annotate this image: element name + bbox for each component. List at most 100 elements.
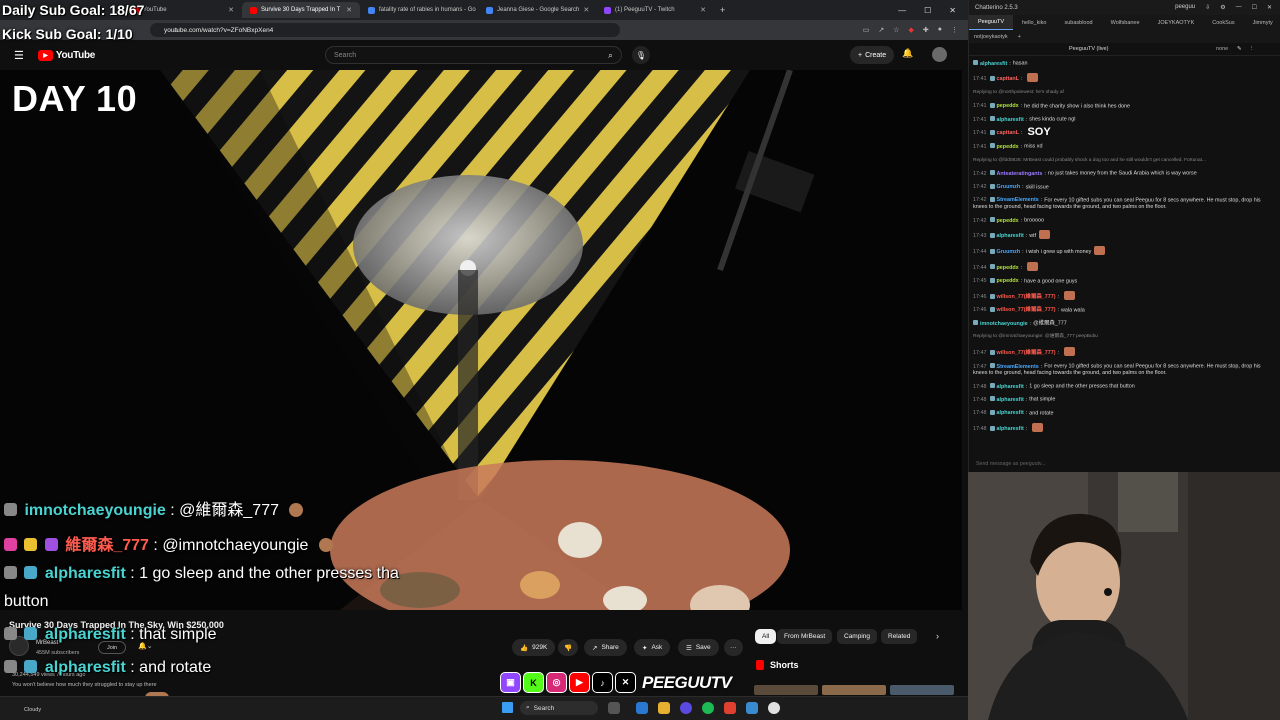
file-explorer-icon[interactable] [658, 702, 670, 714]
browser-tab[interactable]: Jeanna Giese - Google Search ✕ [478, 2, 596, 18]
short-thumbnail[interactable] [754, 685, 818, 695]
edge-icon[interactable] [636, 702, 648, 714]
brave-icon[interactable] [724, 702, 736, 714]
microphone-icon[interactable]: 🎙 [632, 46, 650, 64]
message-username[interactable]: pepeddx [997, 278, 1019, 284]
message-username[interactable]: pepeddx [997, 218, 1019, 224]
message-username[interactable]: StreamElements [997, 364, 1039, 370]
message-username[interactable]: alpharesfit [997, 397, 1024, 403]
puzzle-icon[interactable]: ✚ [923, 26, 929, 34]
share-button[interactable]: ↗ Share [584, 639, 627, 656]
tab-close-icon[interactable]: ✕ [583, 6, 589, 14]
profile-icon[interactable]: ● [938, 26, 942, 34]
tab-close-icon[interactable]: ✕ [700, 6, 706, 14]
windows-start-icon[interactable] [502, 702, 513, 713]
message-username[interactable]: capttanL [997, 130, 1019, 136]
chatterino-tab[interactable]: JOEYKAOTYK [1149, 15, 1204, 30]
create-button[interactable]: + Create [850, 46, 895, 64]
menu-icon[interactable]: ⋮ [951, 26, 958, 34]
chatterino-tab[interactable]: hello_kiko [1013, 15, 1055, 30]
account-name[interactable]: peeguu [1175, 4, 1195, 11]
cast-icon[interactable]: ▭ [863, 26, 870, 34]
message-username[interactable]: Gruumzh [997, 249, 1021, 255]
maximize-icon[interactable]: ☐ [924, 6, 931, 15]
close-icon[interactable]: ✕ [949, 6, 956, 15]
message-username[interactable]: imnotchaeyoungie [980, 321, 1028, 327]
url-field[interactable]: youtube.com/watch?v=ZFoNBxpXen4 [150, 23, 620, 37]
chip-camping[interactable]: Camping [837, 629, 878, 644]
chatterino-tab[interactable]: subasblood [1055, 15, 1101, 30]
save-button[interactable]: ☰ Save [678, 639, 719, 656]
chatterino-tab[interactable]: CookSus [1203, 15, 1243, 30]
message-username[interactable]: pepeddx [997, 144, 1019, 150]
message-username[interactable]: alpharesfit [997, 384, 1024, 390]
chat-input[interactable]: Send message as peeguutv... [973, 458, 1273, 469]
message-username[interactable]: alpharesfit [997, 233, 1024, 239]
task-view-icon[interactable] [608, 702, 620, 714]
search-icon[interactable]: ⌕ [608, 50, 613, 61]
short-thumbnail[interactable] [890, 685, 954, 695]
chevron-right-icon[interactable]: › [936, 631, 939, 641]
description-text[interactable]: You won't believe how much they struggle… [12, 682, 157, 688]
chip-all[interactable]: All [755, 629, 777, 644]
message-username[interactable]: Anteateratingants [997, 171, 1043, 177]
chrome-icon[interactable] [768, 702, 780, 714]
social-icons-strip: ▣ K ◎ ▶ ♪ ✕ PEEGUUTV [500, 672, 732, 693]
short-thumbnail[interactable] [822, 685, 886, 695]
video-player[interactable]: DAY 10 [0, 70, 962, 610]
message-username[interactable]: alpharesfit [997, 426, 1024, 432]
account-avatar[interactable] [932, 47, 947, 62]
message-username[interactable]: alpharesfit [997, 410, 1024, 416]
search-input[interactable]: Search ⌕ [325, 46, 622, 64]
tab-notjoeykaotyk[interactable]: notjoeykaotyk [974, 34, 1008, 40]
message-username[interactable]: willson_77(維爾森_777) [997, 307, 1056, 313]
message-username[interactable]: StreamElements [997, 197, 1039, 203]
weather-label[interactable]: Cloudy [24, 707, 41, 713]
bookmark-icon[interactable]: ⌂ [174, 27, 178, 34]
spotify-icon[interactable] [702, 702, 714, 714]
youtube-logo[interactable]: ▶ YouTube [37, 49, 95, 61]
chat-mode[interactable]: none [1216, 46, 1228, 52]
tab-close-icon[interactable]: ✕ [228, 6, 234, 14]
add-tab-button[interactable]: + [1018, 34, 1021, 40]
message-username[interactable]: pepeddx [997, 103, 1019, 109]
browser-tab[interactable]: (1) PeeguuTV - Twitch ✕ [596, 2, 714, 18]
discord-icon[interactable] [680, 702, 692, 714]
minimize-icon[interactable]: — [898, 6, 906, 15]
update-icon[interactable]: ⇩ [1205, 4, 1210, 11]
chatterino-icon[interactable] [746, 702, 758, 714]
message-username[interactable]: pepeddx [997, 265, 1019, 271]
chip-from-mrbeast[interactable]: From MrBeast [777, 629, 833, 644]
taskbar-search[interactable]: ⌕ Search [520, 701, 598, 715]
ask-button[interactable]: ✦ Ask [634, 639, 671, 656]
tab-close-icon[interactable]: ✕ [346, 6, 352, 14]
new-tab-button[interactable]: + [720, 5, 725, 15]
minimize-icon[interactable]: — [1236, 4, 1242, 11]
dislike-button[interactable]: 👎 [558, 639, 579, 656]
maximize-icon[interactable]: ☐ [1252, 4, 1257, 11]
share-icon[interactable]: ↗ [878, 26, 884, 34]
star-icon[interactable]: ☆ [893, 26, 899, 34]
chatterino-tab[interactable]: Wolfsbanee [1102, 15, 1149, 30]
message-username[interactable]: capttanL [997, 76, 1019, 82]
chat-message-list[interactable]: alpharesfit: hasan 17:41 capttanL: Replying … [973, 60, 1276, 455]
browser-tab[interactable]: fatality rate of rabies in humans - Go✕ [360, 2, 478, 18]
like-button[interactable]: 👍 929K [512, 639, 556, 656]
notifications-bell-icon[interactable]: 🔔 [902, 48, 913, 59]
message-username[interactable]: Gruumzh [997, 184, 1021, 190]
message-username[interactable]: willson_77(維爾森_777) [997, 350, 1056, 356]
message-username[interactable]: alpharesfit [980, 61, 1007, 67]
menu-icon[interactable]: ⋮ [1249, 46, 1255, 52]
chip-related[interactable]: Related [881, 629, 918, 644]
settings-gear-icon[interactable]: ⚙ [1220, 4, 1225, 11]
chatterino-tab[interactable]: Jimmyty [1244, 15, 1280, 30]
message-username[interactable]: alpharesfit [997, 117, 1024, 123]
close-icon[interactable]: ✕ [1267, 4, 1272, 11]
edit-icon[interactable]: ✎ [1237, 46, 1242, 52]
chatterino-tab[interactable]: PeeguuTV [969, 15, 1013, 30]
browser-tab[interactable]: Survive 30 Days Trapped In T ✕ [242, 2, 360, 18]
extension-icon[interactable]: ◆ [909, 26, 914, 34]
more-actions-button[interactable]: ··· [724, 639, 743, 656]
message-username[interactable]: willson_77(維爾森_777) [997, 294, 1056, 300]
hamburger-menu-icon[interactable]: ☰ [14, 49, 24, 62]
